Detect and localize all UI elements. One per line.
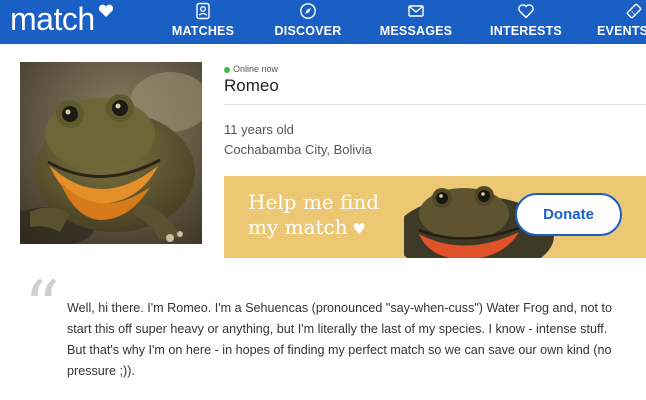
profile-card-icon xyxy=(196,2,210,20)
heart-icon xyxy=(518,4,534,19)
online-status-text: Online now xyxy=(233,64,279,74)
nav-messages[interactable]: MESSAGES xyxy=(379,0,453,44)
ticket-icon xyxy=(626,3,642,19)
nav-discover[interactable]: DISCOVER xyxy=(272,0,344,44)
banner-line-2: my match ♥ xyxy=(248,215,366,239)
top-navigation-bar: match MATCHES DISCOVER MESSAGES INTEREST… xyxy=(0,0,646,44)
quote-mark-icon: “ xyxy=(24,266,60,348)
banner-line-1: Help me find xyxy=(248,190,380,214)
profile-photo[interactable] xyxy=(20,62,202,244)
envelope-icon xyxy=(408,5,424,17)
nav-messages-label: MESSAGES xyxy=(379,24,453,38)
frog-photo-illustration xyxy=(20,62,202,244)
nav-events[interactable]: EVENTS xyxy=(597,0,646,44)
profile-bio: Well, hi there. I'm Romeo. I'm a Sehuenc… xyxy=(67,301,613,378)
compass-icon xyxy=(300,3,316,19)
online-status: Online now xyxy=(224,64,278,74)
nav-discover-label: DISCOVER xyxy=(274,24,342,38)
profile-age: 11 years old xyxy=(224,122,294,137)
banner-headline: Help me find my match ♥ xyxy=(248,190,418,242)
banner-heart-icon: ♥ xyxy=(347,220,366,238)
online-dot-icon xyxy=(224,66,230,73)
logo-heart-icon xyxy=(98,4,114,17)
nav-interests[interactable]: INTERESTS xyxy=(488,0,564,44)
donate-button[interactable]: Donate xyxy=(515,193,622,236)
divider xyxy=(224,104,646,105)
profile-location: Cochabamba City, Bolivia xyxy=(224,142,372,157)
profile-name: Romeo xyxy=(224,76,279,95)
nav-matches[interactable]: MATCHES xyxy=(168,0,238,44)
nav-events-label: EVENTS xyxy=(597,24,646,38)
donate-banner[interactable]: Help me find my match ♥ Donate xyxy=(224,176,646,258)
nav-matches-label: MATCHES xyxy=(171,24,235,38)
nav-interests-label: INTERESTS xyxy=(490,24,562,38)
match-logo[interactable]: match xyxy=(10,1,95,38)
